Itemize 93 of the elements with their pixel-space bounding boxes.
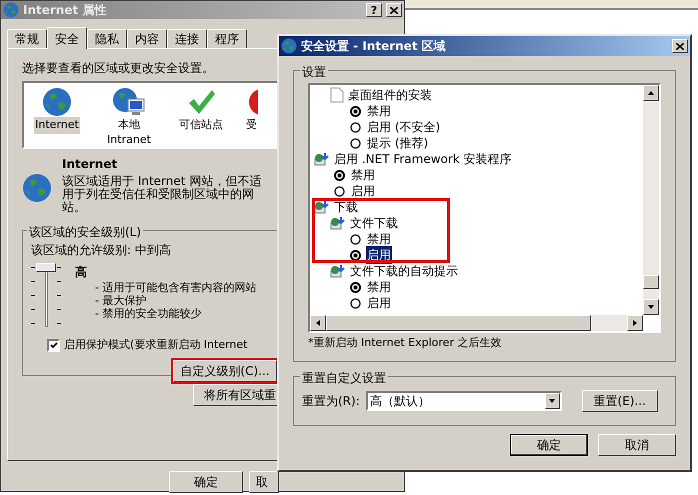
window-title: 安全设置 - Internet 区域 xyxy=(301,38,446,55)
circle-sign-icon xyxy=(248,87,258,117)
allowed-level-text: 该区域的允许级别: 中到高 xyxy=(31,242,172,259)
zone-item[interactable]: 可信站点 xyxy=(168,87,234,134)
radio-button[interactable] xyxy=(350,298,361,308)
globe-icon xyxy=(3,2,19,18)
globe-icon xyxy=(42,87,72,117)
radio-button[interactable] xyxy=(350,234,361,244)
scroll-right-button[interactable] xyxy=(627,315,643,331)
globe-icon xyxy=(22,173,52,203)
checkmark-icon xyxy=(50,342,58,349)
zone-label: 受 xyxy=(245,117,258,133)
dialog-button[interactable]: 将所有区域重 xyxy=(193,384,279,406)
tab[interactable]: 程序 xyxy=(207,29,247,48)
setting-label: 下载 xyxy=(334,199,358,216)
page-icon xyxy=(330,87,344,103)
radio-button[interactable] xyxy=(350,250,361,260)
dropdown-button[interactable] xyxy=(544,393,560,409)
close-button[interactable] xyxy=(386,3,402,17)
window-title: Internet 属性 xyxy=(23,2,106,19)
level-bullet: - 适用于可能包含有害内容的网站 xyxy=(94,281,256,294)
zone-description: 该区域适用于 Internet 网站，但不适用于列在受信任和受限制区域中的网站。 xyxy=(62,175,262,214)
globe-monitor-icon xyxy=(112,87,146,117)
slider-thumb[interactable] xyxy=(36,263,56,272)
scroll-up-button[interactable] xyxy=(643,85,659,101)
checkbox-label: 启用保护模式(要求重新启动 Internet xyxy=(64,337,248,353)
scroll-right-icon xyxy=(631,319,639,327)
dropdown-arrow-icon xyxy=(548,397,556,405)
level-bullet: - 禁用的安全功能较少 xyxy=(94,307,202,320)
group-title: 该区域的安全级别(L) xyxy=(27,223,144,241)
zone-label: 可信站点 xyxy=(178,117,224,133)
scroll-up-icon xyxy=(647,89,655,97)
scroll-left-button[interactable] xyxy=(310,315,326,331)
level-name: 高 xyxy=(75,264,88,281)
zone-label: 本地 xyxy=(117,117,141,133)
dialog-button[interactable]: 确定 xyxy=(169,471,243,493)
tab[interactable]: 内容 xyxy=(127,29,167,48)
option-label[interactable]: 启用 xyxy=(350,182,376,200)
settings-download-icon xyxy=(314,152,330,166)
scroll-down-icon xyxy=(647,303,655,311)
tab[interactable]: 常规 xyxy=(7,29,47,48)
radio-button[interactable] xyxy=(350,138,361,148)
setting-label: 文件下载的自动提示 xyxy=(350,263,458,280)
zone-item[interactable]: 本地 Intranet xyxy=(96,87,162,144)
zone-sublabel: Intranet xyxy=(107,134,151,144)
setting-label: 桌面组件的安装 xyxy=(348,87,432,104)
tab[interactable]: 安全 xyxy=(47,27,87,49)
settings-download-icon xyxy=(330,216,346,230)
radio-button[interactable] xyxy=(350,282,361,292)
dialog-button[interactable]: 自定义级别(C)... xyxy=(173,360,277,382)
zone-item[interactable]: 受 xyxy=(240,87,258,134)
radio-button[interactable] xyxy=(334,186,345,196)
settings-download-icon xyxy=(330,264,346,278)
scroll-thumb[interactable] xyxy=(326,315,591,331)
radio-button[interactable] xyxy=(350,122,361,132)
dialog-button[interactable]: 重置(E)... xyxy=(582,390,658,412)
dialog-button[interactable]: 取 xyxy=(249,471,279,493)
scroll-down-button[interactable] xyxy=(643,299,659,315)
zone-item[interactable]: Internet xyxy=(24,87,90,134)
dialog-button[interactable]: 确定 xyxy=(510,434,588,456)
level-bullet: - 最大保护 xyxy=(94,294,148,307)
radio-button[interactable] xyxy=(350,106,361,116)
globe-icon xyxy=(281,38,297,54)
scroll-thumb[interactable] xyxy=(643,275,659,289)
setting-label: 文件下载 xyxy=(350,215,398,232)
option-label[interactable]: 启用 xyxy=(366,294,392,312)
close-button[interactable] xyxy=(672,39,688,53)
reset-level-dropdown[interactable]: 高（默认） xyxy=(366,391,562,411)
close-icon xyxy=(390,6,398,14)
option-label[interactable]: 禁用 xyxy=(366,278,392,296)
horizontal-scrollbar[interactable] xyxy=(310,315,643,331)
restart-note: *重新启动 Internet Explorer 之后生效 xyxy=(308,335,502,351)
setting-label: 启用 .NET Framework 安装程序 xyxy=(334,151,512,168)
instruction-text: 选择要查看的区域或更改安全设置。 xyxy=(22,60,215,77)
option-label[interactable]: 提示 (推荐) xyxy=(366,134,430,152)
dialog-button[interactable]: 取消 xyxy=(598,434,676,456)
scroll-left-icon xyxy=(314,319,322,327)
tab[interactable]: 隐私 xyxy=(87,29,127,48)
settings-download-icon xyxy=(314,200,330,214)
reset-label: 重置为(R): xyxy=(302,393,360,410)
option-label[interactable]: 禁用 xyxy=(366,102,392,120)
group-title: 重置自定义设置 xyxy=(300,369,388,387)
close-icon xyxy=(676,42,684,50)
option-label[interactable]: 禁用 xyxy=(350,166,376,184)
help-button[interactable]: ? xyxy=(366,3,382,17)
zone-title: Internet xyxy=(62,156,118,173)
tab[interactable]: 连接 xyxy=(167,29,207,48)
vertical-scrollbar[interactable] xyxy=(643,85,659,315)
zone-label: Internet xyxy=(34,117,80,134)
option-label[interactable]: 启用 (不安全) xyxy=(366,118,442,136)
radio-button[interactable] xyxy=(334,170,345,180)
checkbox[interactable] xyxy=(47,338,60,352)
option-label[interactable]: 禁用 xyxy=(366,230,392,248)
